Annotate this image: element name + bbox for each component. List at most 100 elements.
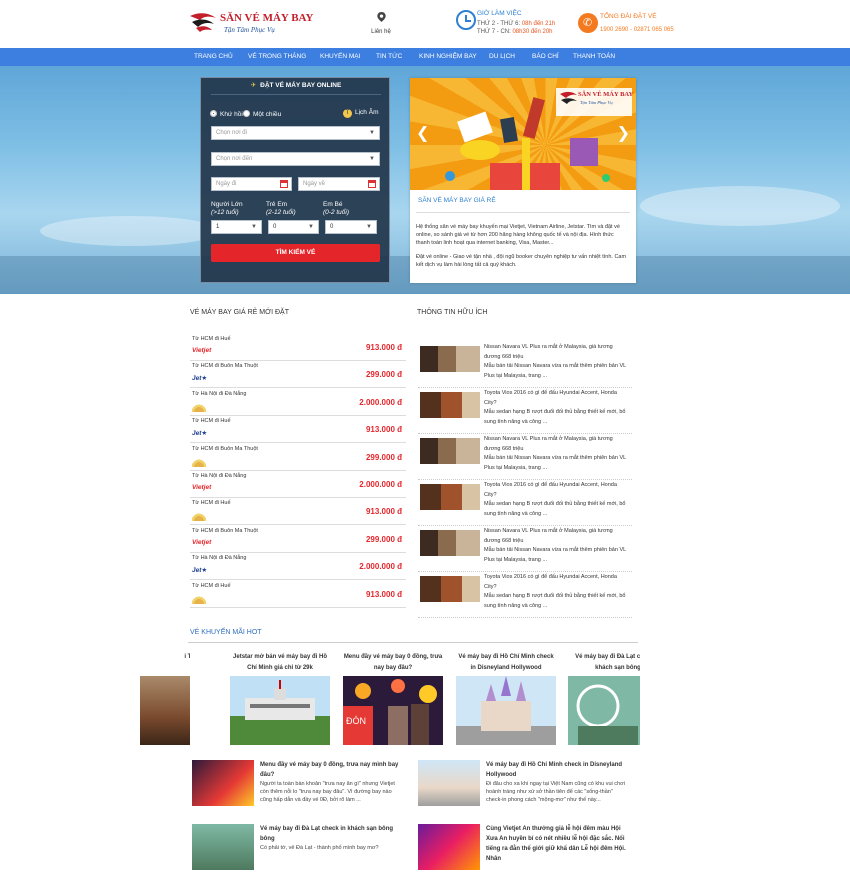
promo-title[interactable]: SĂN VÉ MÁY BAY GIÁ RẺ	[418, 197, 496, 204]
ticket-row[interactable]: Từ HCM đi Huế Vietjet 913.000 đ	[190, 334, 406, 361]
news-text: Nissan Navara VL Plus ra mắt ở Malaysia,…	[484, 435, 630, 473]
logo-tagline: Tận Tâm Phục Vụ	[224, 26, 275, 34]
hotline-title: TỔNG ĐÀI ĐẶT VÉ	[600, 13, 657, 20]
airline-logo	[192, 456, 206, 467]
ticket-row[interactable]: Từ HCM đi Huế 913.000 đ	[190, 581, 406, 608]
ticket-row[interactable]: Từ HCM đi Buôn Ma Thuột Jet★ 299.000 đ	[190, 361, 406, 389]
ticket-route: Từ HCM đi Buôn Ma Thuột	[192, 527, 258, 534]
banner-logo-title: SĂN VÉ MÁY BAY	[578, 91, 634, 98]
ticket-route: Từ HCM đi Huế	[192, 500, 231, 507]
ticket-row[interactable]: Từ Hà Nội đi Đà Nẵng 2.000.000 đ	[190, 389, 406, 416]
ticket-route: Từ Hà Nội đi Đà Nẵng	[192, 390, 247, 397]
calendar-icon	[368, 180, 376, 188]
news-text: Toyota Vios 2016 có gì để đấu Hyundai Ac…	[484, 573, 630, 611]
adult-count-select[interactable]: 1 ▼	[211, 220, 262, 234]
one-way-radio[interactable]: Một chiều	[243, 110, 281, 118]
deal-card[interactable]: Vé máy bay đi Hồ Chí Minh check in Disne…	[456, 652, 556, 746]
deal-card[interactable]: Menu đầy vé máy bay 0 đồng, trưa nay bay…	[343, 652, 443, 746]
phone-icon	[578, 13, 598, 33]
news-item[interactable]: Toyota Vios 2016 có gì để đấu Hyundai Ac…	[418, 572, 632, 618]
promo-banner-image: SĂN VÉ MÁY BAY Tận Tâm Phục Vụ ❮ ❯	[410, 78, 636, 190]
ticket-route: Từ HCM đi Huế	[192, 582, 231, 589]
search-button[interactable]: TÌM KIẾM VÉ	[211, 244, 380, 262]
ticket-route: Từ HCM đi Huế	[192, 336, 231, 342]
site-logo[interactable]: SĂN VÉ MÁY BAY Tận Tâm Phục Vụ	[188, 8, 313, 40]
logo-title: SĂN VÉ MÁY BAY	[220, 12, 314, 24]
chevron-down-icon: ▼	[366, 224, 372, 230]
return-date-input[interactable]: Ngày về	[298, 177, 380, 191]
infant-count-select[interactable]: 0 ▼	[325, 220, 377, 234]
deal-card-image: ĐÓN	[343, 676, 443, 745]
deal-list-item[interactable]: Cùng Vietjet An thưởng giả lễ hội đêm mà…	[418, 824, 628, 888]
round-trip-radio[interactable]: Khứ hồi	[210, 110, 243, 118]
nav-item-press[interactable]: BÁO CHÍ	[532, 48, 559, 66]
deal-card[interactable]: i Thuột cuối 29k	[140, 652, 190, 746]
deal-card[interactable]: Vé máy bay đi Đà Lạt check in khách sạn …	[568, 652, 640, 746]
ticket-row[interactable]: Từ HCM đi Huế 913.000 đ	[190, 498, 406, 526]
main-nav: TRANG CHỦ VÉ TRONG THÁNG KHUYẾN MẠI TIN …	[0, 48, 850, 66]
banner-logo-tagline: Tận Tâm Phục Vụ	[580, 100, 613, 105]
deal-list-item[interactable]: Menu đầy vé máy bay 0 đồng, trưa nay mìn…	[192, 760, 402, 824]
chevron-down-icon: ▼	[251, 224, 257, 230]
deal-card[interactable]: Jetstar mở bán vé máy bay đi Hồ Chí Minh…	[230, 652, 330, 746]
deal-summary: Đi đâu cho xa khi ngay tại Việt Nam cũng…	[486, 781, 625, 803]
ticket-price: 2.000.000 đ	[359, 397, 402, 407]
news-item[interactable]: Toyota Vios 2016 có gì để đấu Hyundai Ac…	[418, 480, 632, 526]
hours-title: GIỜ LÀM VIỆC	[477, 10, 522, 17]
news-title: Toyota Vios 2016 có gì để đấu Hyundai Ac…	[484, 482, 617, 498]
lunar-calendar-toggle[interactable]: T Lịch Âm	[343, 109, 378, 118]
news-item[interactable]: Nissan Navara VL Plus ra mắt ở Malaysia,…	[418, 434, 632, 480]
ticket-row[interactable]: Từ Hà Nội đi Đà Nẵng Vietjet 2.000.000 đ	[190, 471, 406, 498]
news-thumbnail	[420, 392, 480, 418]
contact-label: Liên hệ	[371, 29, 391, 35]
ticket-route: Từ HCM đi Buôn Ma Thuột	[192, 363, 258, 370]
ticket-row[interactable]: Từ HCM đi Buôn Ma Thuột Vietjet 299.000 đ	[190, 526, 406, 553]
news-item[interactable]: Toyota Vios 2016 có gì để đấu Hyundai Ac…	[418, 388, 632, 434]
hours-weekend: THỨ 7 - CN: 08h30 đến 20h	[477, 29, 553, 35]
ticket-row[interactable]: Từ Hà Nội đi Đà Nẵng Jet★ 2.000.000 đ	[190, 553, 406, 581]
search-title: ✈ ĐẶT VÉ MÁY BAY ONLINE	[250, 82, 342, 89]
chevron-right-icon[interactable]: ❯	[617, 123, 630, 143]
site-header: SĂN VÉ MÁY BAY Tận Tâm Phục Vụ Liên hệ G…	[0, 0, 850, 48]
hotline[interactable]: TỔNG ĐÀI ĐẶT VÉ 1900 2690 - 02871 065 06…	[578, 13, 678, 39]
deal-thumbnail	[418, 760, 480, 806]
ticket-price: 913.000 đ	[365, 589, 402, 599]
deal-title: Menu đầy vé máy bay 0 đồng, trưa nay mìn…	[260, 762, 399, 778]
news-item[interactable]: Nissan Navara VL Plus ra mắt ở Malaysia,…	[418, 526, 632, 572]
news-item[interactable]: Nissan Navara VL Plus ra mắt ở Malaysia,…	[418, 342, 632, 388]
nav-item-news[interactable]: TIN TỨC	[376, 48, 402, 66]
nav-item-home[interactable]: TRANG CHỦ	[194, 48, 233, 66]
ticket-route: Từ Hà Nội đi Đà Nẵng	[192, 473, 247, 479]
working-hours: GIỜ LÀM VIỆC THỨ 2 - THỨ 6: 08h đến 21h …	[456, 10, 566, 40]
depart-date-input[interactable]: Ngày đi	[211, 177, 292, 191]
calendar-icon	[280, 180, 288, 188]
deal-card-image	[140, 676, 190, 745]
deal-list-item[interactable]: Vé máy bay đi Hồ Chí Minh check in Disne…	[418, 760, 628, 824]
departure-select[interactable]: Chọn nơi đi ▼	[211, 126, 380, 140]
contact-link[interactable]: Liên hệ	[366, 12, 396, 35]
clock-icon	[456, 10, 476, 30]
ticket-row[interactable]: Từ HCM đi Buôn Ma Thuột 299.000 đ	[190, 444, 406, 471]
infant-label: Em Bé (0-2 tuổi)	[323, 201, 350, 216]
nav-item-promotions[interactable]: KHUYẾN MẠI	[320, 48, 360, 66]
svg-text:ĐÓN: ĐÓN	[346, 716, 366, 726]
ticket-price: 299.000 đ	[365, 534, 402, 544]
airline-logo	[192, 593, 206, 604]
chevron-left-icon[interactable]: ❮	[416, 123, 429, 143]
nav-item-travel[interactable]: DU LỊCH	[489, 48, 515, 66]
deal-list-item[interactable]: Vé máy bay đi Đà Lạt check in khách sạn …	[192, 824, 402, 888]
ticket-row[interactable]: Từ HCM đi Huế Jet★ 913.000 đ	[190, 416, 406, 444]
news-text: Toyota Vios 2016 có gì để đấu Hyundai Ac…	[484, 389, 630, 427]
destination-select[interactable]: Chọn nơi đến ▼	[211, 152, 380, 166]
news-title: Nissan Navara VL Plus ra mắt ở Malaysia,…	[484, 344, 613, 360]
child-label: Trẻ Em (2-12 tuổi)	[266, 201, 296, 216]
ticket-price: 299.000 đ	[365, 370, 402, 380]
child-count-select[interactable]: 0 ▼	[268, 220, 319, 234]
news-summary: Mẫu sedan hạng B rượt đuổi đối thủ bằng …	[484, 501, 626, 517]
nav-item-monthly-tickets[interactable]: VÉ TRONG THÁNG	[248, 48, 306, 66]
nav-item-flight-tips[interactable]: KINH NGHIỆM BAY	[419, 48, 477, 66]
nav-item-payment[interactable]: THANH TOÁN	[573, 48, 615, 66]
news-text: Toyota Vios 2016 có gì để đấu Hyundai Ac…	[484, 481, 630, 519]
deal-thumbnail	[192, 760, 254, 806]
tickets-section-title: VÉ MÁY BAY GIÁ RẺ MỚI ĐẶT	[190, 309, 289, 316]
